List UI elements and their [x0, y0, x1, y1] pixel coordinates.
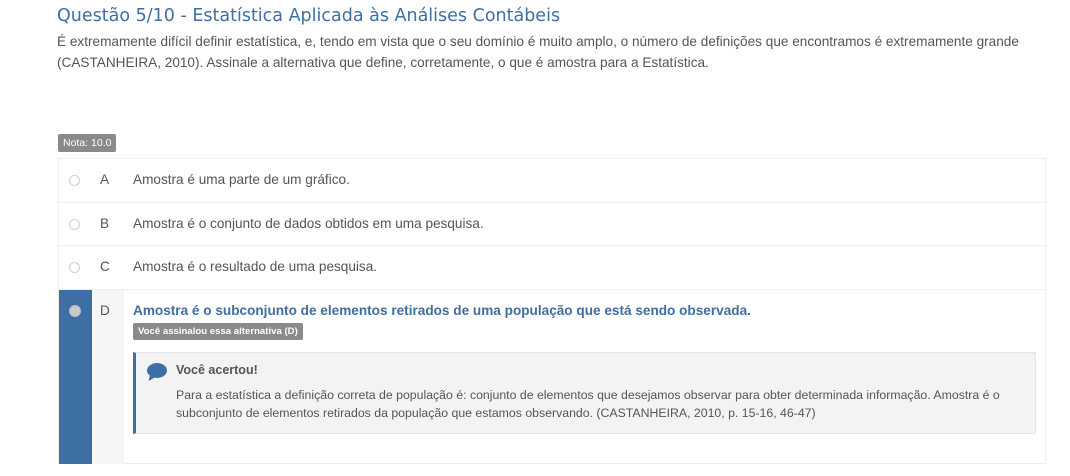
selected-answer-badge: Você assinalou essa alternativa (D) [133, 323, 303, 340]
radio-button-b[interactable] [69, 219, 80, 230]
option-letter: A [100, 172, 110, 187]
option-text: Amostra é o resultado de uma pesquisa. [133, 259, 378, 274]
grade-badge: Nota: 10.0 [58, 134, 117, 152]
feedback-title: Você acertou! [176, 363, 258, 377]
answer-options: A Amostra é uma parte de um gráfico. B A… [58, 158, 1046, 464]
radio-button-a[interactable] [69, 175, 80, 186]
radio-button-d[interactable] [69, 305, 81, 317]
question-title: Questão 5/10 - Estatística Aplicada às A… [57, 6, 561, 26]
option-text: Amostra é o conjunto de dados obtidos em… [133, 216, 484, 231]
feedback-box: Você acertou! Para a estatística a defin… [133, 352, 1036, 434]
radio-button-c[interactable] [69, 262, 80, 273]
chat-bubble-icon [146, 362, 168, 382]
question-text: É extremamente difícil definir estatísti… [57, 34, 1019, 70]
feedback-text: Para a estatística a definição correta d… [176, 388, 1000, 420]
option-d[interactable]: D Amostra é o subconjunto de elementos r… [59, 290, 1045, 464]
option-c[interactable]: C Amostra é o resultado de uma pesquisa. [59, 246, 1045, 290]
option-letter: C [100, 259, 110, 274]
question-page: Questão 5/10 - Estatística Aplicada às A… [0, 0, 1070, 476]
option-a[interactable]: A Amostra é uma parte de um gráfico. [59, 159, 1045, 203]
option-b[interactable]: B Amostra é o conjunto de dados obtidos … [59, 203, 1045, 246]
option-text: Amostra é o subconjunto de elementos ret… [133, 303, 751, 318]
option-text: Amostra é uma parte de um gráfico. [133, 172, 350, 187]
option-letter: B [100, 216, 110, 231]
selected-indicator-bar [59, 290, 92, 464]
option-letter: D [100, 303, 110, 318]
